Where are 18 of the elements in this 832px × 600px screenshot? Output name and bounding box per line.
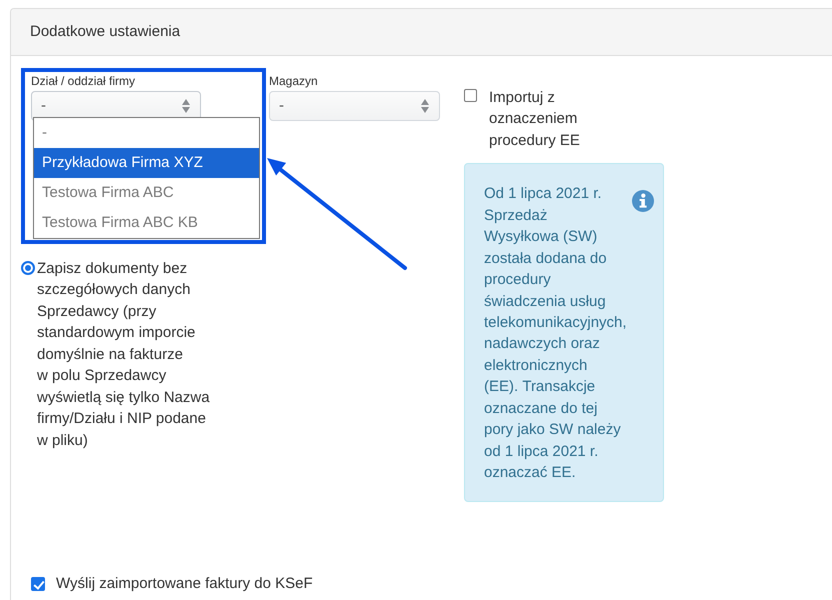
- checkbox[interactable]: [464, 89, 477, 102]
- checkbox-label: Wyślij zaimportowane faktury do KSeF: [56, 574, 313, 594]
- info-text: Od 1 lipca 2021 r. Sprzedaż Wysyłkowa (SW) została dodana do procedury świadczenia usług telekomunikacyjnych, nadawczych oraz elektronicznych (EE). Transakcje oznaczane do tej pory jako SW należy od 1 lipca 2021 r. oznaczać EE.: [484, 184, 626, 483]
- checkbox-label: Importuj z oznaczeniem procedury EE: [489, 88, 581, 151]
- panel-title: Dodatkowe ustawienia: [30, 22, 180, 42]
- radio-button[interactable]: [21, 261, 35, 275]
- info-icon: [632, 190, 654, 212]
- dropdown-option[interactable]: Testowa Firma ABC: [34, 178, 259, 208]
- dropdown-option[interactable]: Przykładowa Firma XYZ: [34, 148, 259, 178]
- dropdown-option[interactable]: Testowa Firma ABC KB: [34, 208, 259, 238]
- radio-label: Zapisz dokumenty bez szczegółowych danych Sprzedawcy (przy standardowym imporcie domyślnie na fakturze w polu Sprzedawcy wyświetlą się tylko Nazwa firmy/Działu i NIP podane w pliku): [37, 259, 211, 450]
- field-label: Dział / oddział firmy: [31, 73, 136, 90]
- select-field[interactable]: -: [269, 91, 440, 121]
- dropdown-option[interactable]: -: [34, 118, 259, 148]
- updown-caret-icon: [182, 99, 190, 113]
- field-label: Magazyn: [269, 73, 318, 90]
- checkbox[interactable]: [31, 577, 45, 592]
- updown-caret-icon: [421, 99, 429, 113]
